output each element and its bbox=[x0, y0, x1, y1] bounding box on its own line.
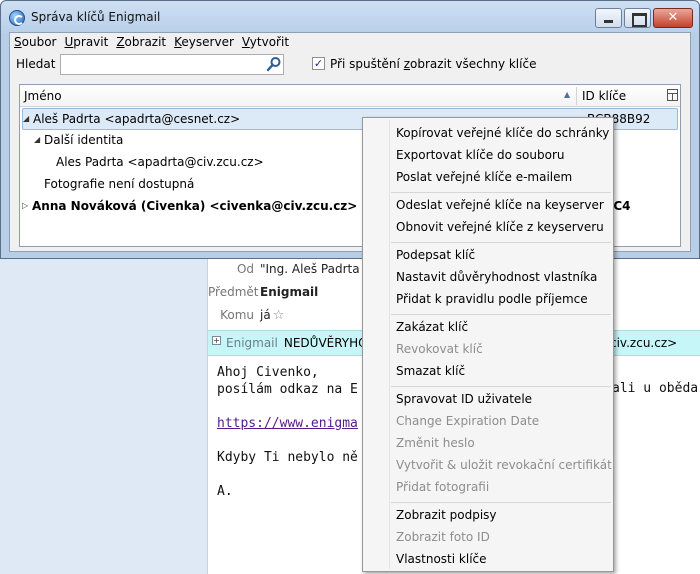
tree-header: Jméno ▲ ID klíče bbox=[20, 85, 680, 107]
menu-item-view-photo-id: Zobrazit foto ID bbox=[396, 530, 490, 544]
tree-row-label: Další identita bbox=[44, 133, 124, 147]
menu-upravit[interactable]: Upravit bbox=[60, 33, 112, 53]
tree-row-label: Anna Nováková (Civenka) <civenka@civ.zcu… bbox=[32, 199, 358, 213]
menu-item-sign-key[interactable]: Podepsat klíč bbox=[396, 244, 475, 266]
menu-item-copy-public-keys[interactable]: Kopírovat veřejné klíče do schránky bbox=[396, 122, 609, 144]
menu-bar: Soubor Upravit Zobrazit Keyserver Vytvoř… bbox=[10, 33, 690, 53]
window-title: Správa klíčů Enigmail bbox=[31, 10, 161, 24]
from-row: Od "Ing. Aleš Padrta P bbox=[208, 258, 371, 280]
menu-item-manage-user-ids[interactable]: Spravovat ID uživatele bbox=[396, 388, 532, 410]
subject-row: Předmět Enigmail bbox=[208, 281, 318, 303]
menu-item-add-photo: Přidat fotografii bbox=[396, 480, 490, 494]
title-bar[interactable]: Správa klíčů Enigmail ✕ bbox=[1, 1, 699, 33]
menu-item-change-passphrase: Změnit heslo bbox=[396, 436, 475, 450]
search-label: Hledat bbox=[16, 57, 56, 71]
menu-separator bbox=[391, 386, 611, 387]
tree-row-label: Aleš Padrta <apadrta@cesnet.cz> bbox=[33, 112, 241, 126]
body-line-tail: ali u oběda bbox=[612, 381, 699, 396]
enigmail-label: Enigmail bbox=[226, 336, 278, 350]
close-button[interactable]: ✕ bbox=[653, 8, 693, 28]
search-input[interactable] bbox=[60, 54, 284, 75]
menu-item-send-keys-email[interactable]: Poslat veřejné klíče e-mailem bbox=[396, 166, 572, 188]
menu-item-revocation-certificate: Vytvořit & uložit revokační certifikát bbox=[396, 458, 612, 472]
minimize-button[interactable] bbox=[595, 8, 622, 28]
menu-separator bbox=[391, 314, 611, 315]
subject-label: Předmět bbox=[208, 285, 259, 299]
menu-item-view-signatures[interactable]: Zobrazit podpisy bbox=[396, 504, 497, 526]
close-icon: ✕ bbox=[667, 10, 679, 25]
to-row: Komu já ☆ bbox=[208, 304, 284, 326]
search-icon[interactable] bbox=[266, 56, 282, 72]
collapse-arrow-icon[interactable]: ◢ bbox=[34, 130, 44, 150]
expand-plus-icon[interactable]: + bbox=[212, 335, 221, 345]
show-all-keys-label[interactable]: Při spuštění zobrazit všechny klíče bbox=[330, 57, 536, 71]
menu-item-export-keys[interactable]: Exportovat klíče do souboru bbox=[396, 144, 564, 166]
enigmail-status-tail: civ.zcu.cz> bbox=[610, 336, 678, 350]
menu-item-change-expiration: Change Expiration Date bbox=[396, 414, 540, 428]
menu-separator bbox=[391, 502, 611, 503]
body-line: A. bbox=[217, 484, 233, 499]
menu-item-add-recipient-rule[interactable]: Přidat k pravidlu podle příjemce bbox=[396, 288, 588, 310]
menu-vytvorit[interactable]: Vytvořit bbox=[238, 33, 293, 53]
column-name-header[interactable]: Jméno bbox=[24, 89, 62, 103]
enigmail-app-icon bbox=[9, 10, 25, 26]
menu-item-refresh-keyserver[interactable]: Obnovit veřejné klíče z keyserveru bbox=[396, 216, 604, 238]
body-line: Ahoj Civenko, bbox=[217, 365, 319, 380]
body-line: posílám odkaz na E bbox=[217, 382, 358, 397]
sort-ascending-icon: ▲ bbox=[564, 90, 571, 99]
from-label: Od bbox=[236, 262, 254, 276]
menu-soubor[interactable]: Soubor bbox=[10, 33, 60, 53]
expand-arrow-icon[interactable]: ▷ bbox=[22, 196, 32, 216]
folder-pane bbox=[0, 258, 208, 574]
message-body: Ahoj Civenko, posílám odkaz na E https:/… bbox=[217, 364, 358, 500]
menu-zobrazit[interactable]: Zobrazit bbox=[112, 33, 170, 53]
from-value[interactable]: "Ing. Aleš Padrta P bbox=[260, 262, 371, 276]
to-label: Komu bbox=[220, 308, 254, 322]
tree-row-label: Ales Padrta <apadrta@civ.zcu.cz> bbox=[56, 155, 264, 169]
column-picker-icon[interactable] bbox=[667, 89, 678, 101]
menu-item-upload-keyserver[interactable]: Odeslat veřejné klíče na keyserver bbox=[396, 194, 604, 216]
tree-row-label: Fotografie není dostupná bbox=[44, 177, 195, 191]
column-separator[interactable] bbox=[576, 87, 577, 105]
menu-item-disable-key[interactable]: Zakázat klíč bbox=[396, 316, 468, 338]
menu-separator bbox=[391, 192, 611, 193]
column-keyid-header[interactable]: ID klíče bbox=[582, 89, 626, 103]
menu-item-delete-key[interactable]: Smazat klíč bbox=[396, 360, 465, 382]
menu-item-key-properties[interactable]: Vlastnosti klíče bbox=[396, 548, 487, 570]
menu-item-set-owner-trust[interactable]: Nastavit důvěryhodnost vlastníka bbox=[396, 266, 597, 288]
menu-keyserver[interactable]: Keyserver bbox=[170, 33, 238, 53]
star-icon[interactable]: ☆ bbox=[273, 308, 285, 323]
to-value[interactable]: já bbox=[260, 308, 271, 322]
body-link[interactable]: https://www.enigma bbox=[217, 416, 358, 431]
menu-item-revoke-key: Revokovat klíč bbox=[396, 342, 483, 356]
show-all-keys-checkbox[interactable]: ✓ bbox=[312, 57, 325, 70]
menu-separator bbox=[391, 242, 611, 243]
menu-gutter bbox=[389, 120, 390, 569]
subject-value: Enigmail bbox=[260, 285, 319, 299]
key-context-menu: Kopírovat veřejné klíče do schránky Expo… bbox=[362, 117, 614, 572]
maximize-button[interactable] bbox=[624, 8, 651, 28]
collapse-arrow-icon[interactable]: ◢ bbox=[23, 109, 33, 129]
body-line: Kdyby Ti nebylo ně bbox=[217, 450, 358, 465]
